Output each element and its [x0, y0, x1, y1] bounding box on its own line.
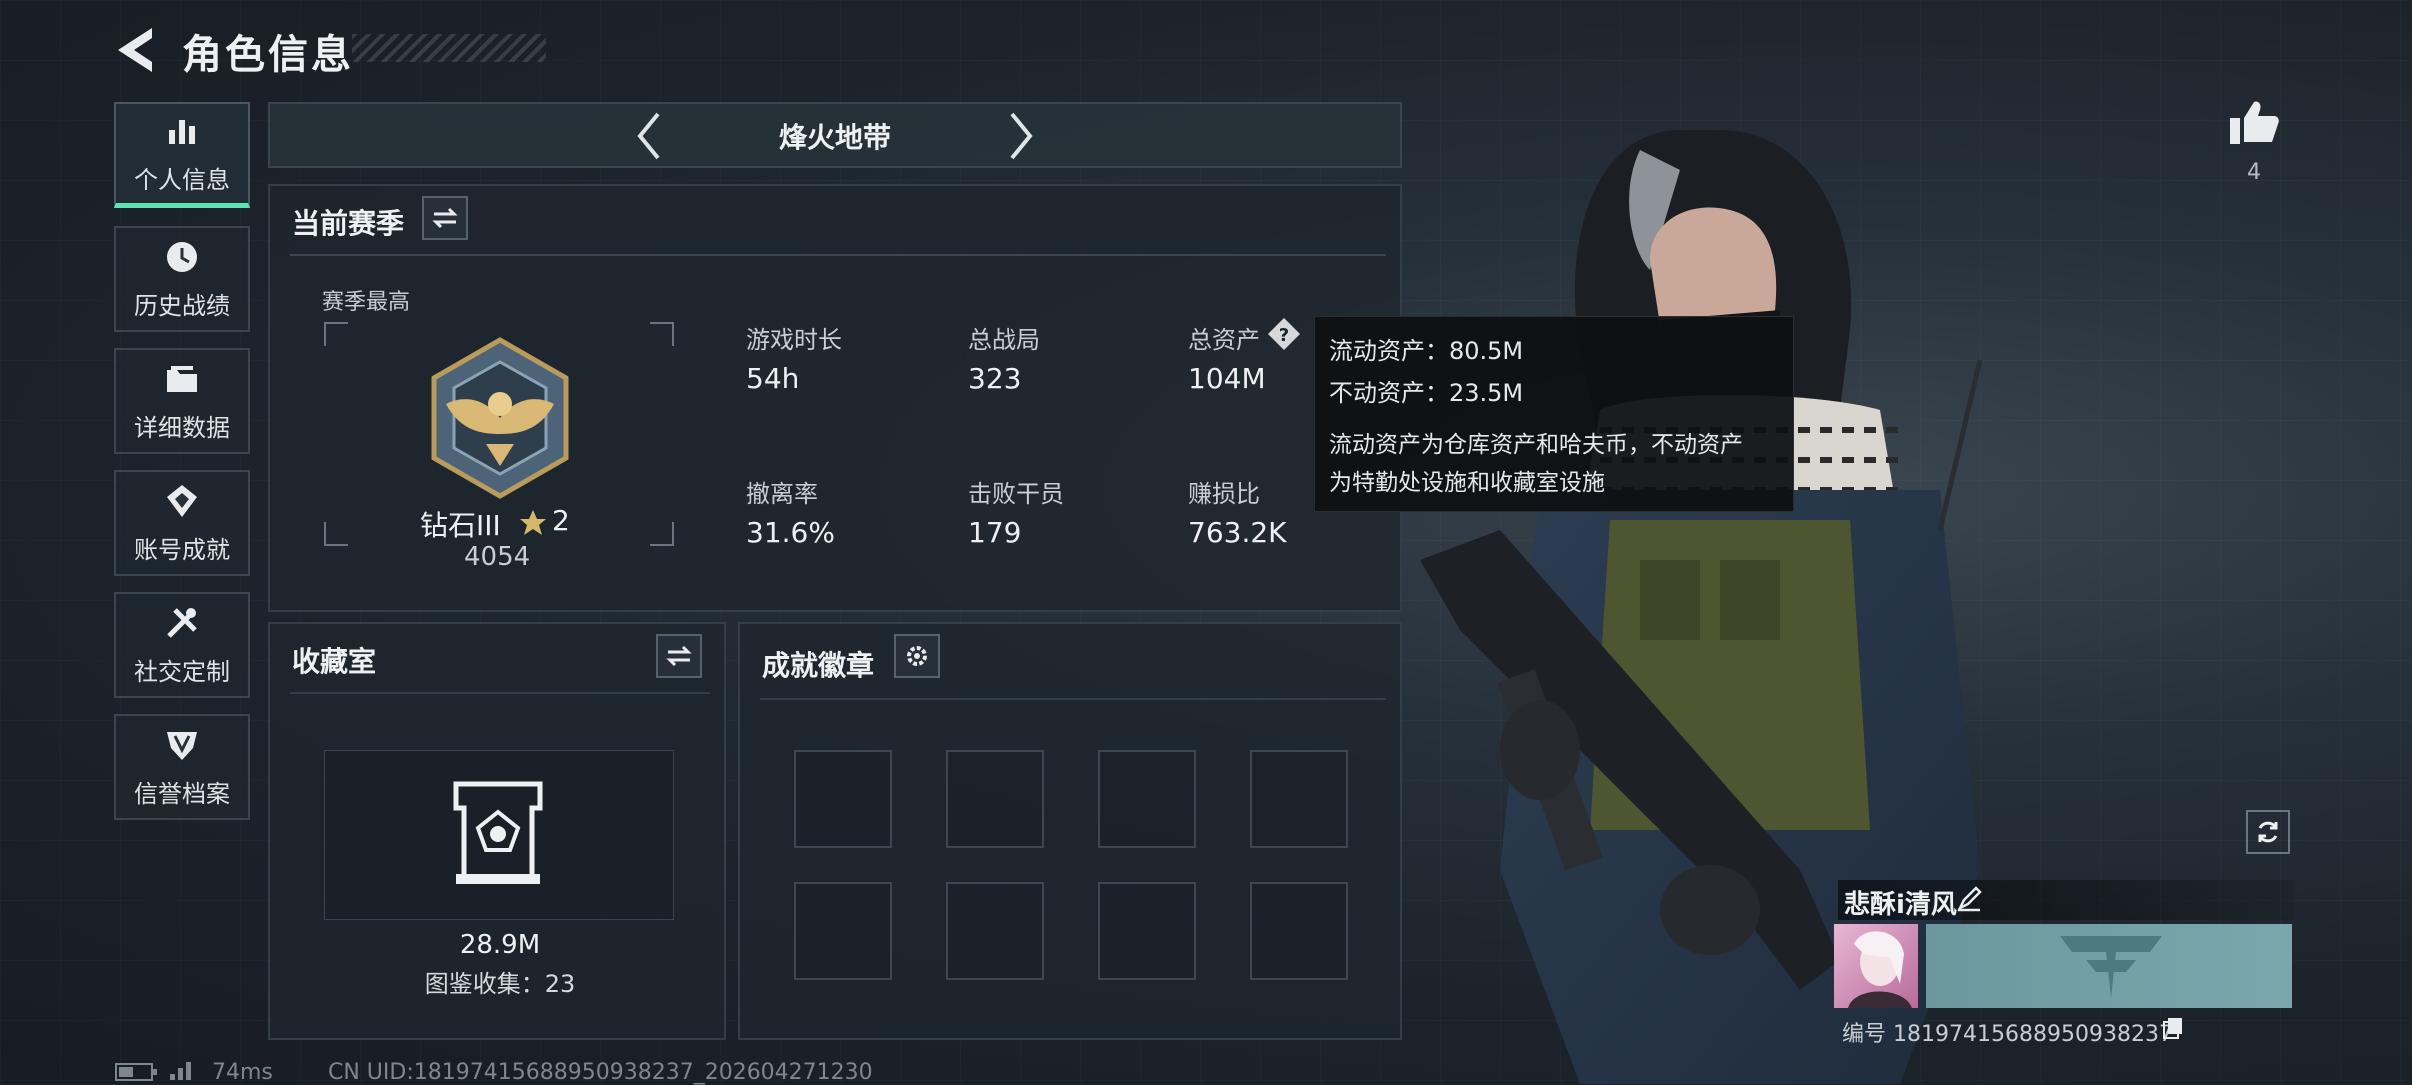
gear-icon [907, 646, 927, 666]
uid-text: CN UID:18197415688950938237_202604271230 [328, 1060, 873, 1085]
stat-value-profit-ratio: 763.2K [1188, 516, 1287, 549]
badge-slot[interactable] [946, 750, 1044, 848]
stat-value-assets: 104M [1188, 362, 1266, 395]
nav-reputation[interactable]: 信誉档案 [114, 714, 250, 820]
divider [760, 698, 1386, 700]
nav-social-custom[interactable]: 社交定制 [114, 592, 250, 698]
nav-label: 个人信息 [134, 166, 230, 194]
divider [290, 692, 710, 694]
nav-label: 历史战绩 [134, 291, 230, 320]
tooltip-liquid-assets: 流动资产：80.5M [1329, 337, 1524, 365]
nav-label: 详细数据 [134, 413, 230, 442]
nav-personal-info[interactable]: 个人信息 [114, 102, 250, 208]
stat-label-playtime: 游戏时长 [746, 326, 842, 354]
folder-icon [167, 365, 197, 392]
season-switch-button[interactable] [422, 196, 468, 240]
nav-history[interactable]: 历史战绩 [114, 226, 250, 332]
collection-value: 28.9M [459, 930, 541, 960]
back-button[interactable] [112, 24, 158, 76]
refresh-button[interactable] [2246, 810, 2290, 854]
stat-value-matches: 323 [968, 362, 1022, 395]
next-mode-button[interactable] [1006, 110, 1038, 162]
collection-title: 收藏室 [292, 645, 377, 678]
title-decoration [352, 34, 546, 62]
ping: 74ms [212, 1060, 273, 1085]
player-id: 编号 18197415688950938237 [1842, 1022, 2173, 1047]
stat-label-kills: 击败干员 [968, 480, 1064, 508]
badge-slot[interactable] [794, 882, 892, 980]
frame-corner [324, 522, 348, 546]
avatar-portrait-icon [1848, 931, 1912, 1008]
history-icon [167, 241, 197, 272]
battery-icon [115, 1063, 157, 1081]
nav-achievements[interactable]: 账号成就 [114, 470, 250, 576]
shield-icon [167, 731, 197, 760]
frame-corner [324, 322, 348, 346]
stat-value-playtime: 54h [746, 362, 800, 395]
tools-icon [167, 607, 197, 638]
badge-slot[interactable] [946, 882, 1044, 980]
badges-settings-button[interactable] [894, 634, 940, 678]
player-card-banner[interactable] [1926, 924, 2292, 1008]
nav-label: 信誉档案 [134, 779, 230, 808]
nav-detailed-data[interactable]: 详细数据 [114, 348, 250, 454]
badge-slot[interactable] [1250, 750, 1348, 848]
svg-text:?: ? [1279, 325, 1289, 346]
badge-slot[interactable] [1098, 750, 1196, 848]
achievement-icon [167, 484, 197, 517]
frame-corner [650, 322, 674, 346]
stat-value-kills: 179 [968, 516, 1022, 549]
stat-label-assets: 总资产 [1188, 326, 1260, 354]
badge-slot[interactable] [1098, 882, 1196, 980]
badges-title: 成就徽章 [762, 649, 875, 682]
star-icon [520, 510, 546, 535]
collection-room-icon [453, 781, 543, 884]
page-title: 角色信息 [182, 32, 354, 78]
prev-mode-button[interactable] [632, 110, 664, 162]
tooltip-description-2: 为特勤处设施和收藏室设施 [1329, 470, 1605, 496]
bar-chart-icon [169, 120, 195, 144]
rank-score: 4054 [464, 542, 531, 572]
badge-slot[interactable] [794, 750, 892, 848]
avatar[interactable] [1834, 924, 1918, 1008]
divider [290, 254, 1386, 256]
tooltip-description-1: 流动资产为仓库资产和哈夫币，不动资产 [1329, 432, 1743, 458]
nav-label: 社交定制 [134, 657, 230, 686]
nav-label: 账号成就 [134, 535, 230, 564]
stat-label-matches: 总战局 [968, 326, 1040, 354]
asset-tooltip: 流动资产：80.5M 不动资产：23.5M 流动资产为仓库资产和哈夫币，不动资产… [1314, 316, 1794, 512]
signal-icon [170, 1062, 191, 1080]
asset-help-icon[interactable]: ? [1266, 316, 1302, 352]
season-title: 当前赛季 [292, 207, 405, 240]
stat-value-extract-rate: 31.6% [746, 516, 835, 549]
badge-slot[interactable] [1250, 882, 1348, 980]
season-best-label: 赛季最高 [322, 290, 411, 315]
frame-corner [650, 522, 674, 546]
mode-label: 烽火地带 [778, 121, 891, 154]
like-count: 4 [2247, 160, 2261, 185]
like-button[interactable] [2228, 98, 2280, 146]
collection-caption: 图鉴收集：23 [424, 970, 576, 998]
player-name: 悲酥i清风 [1844, 890, 1957, 920]
swap-icon [432, 207, 458, 229]
collection-switch-button[interactable] [656, 634, 702, 678]
team-logo-icon [2060, 936, 2162, 998]
stat-label-extract-rate: 撤离率 [746, 480, 818, 508]
stat-label-profit-ratio: 赚损比 [1188, 480, 1260, 508]
edit-name-button[interactable] [1956, 886, 1982, 912]
copy-id-button[interactable] [2162, 1016, 2184, 1040]
rank-name: 钻石III [420, 509, 501, 542]
rank-emblem-icon [431, 337, 569, 499]
rank-stars: 2 [552, 504, 570, 537]
tooltip-fixed-assets: 不动资产：23.5M [1329, 379, 1524, 407]
refresh-icon [2258, 821, 2278, 843]
swap-icon [666, 645, 692, 667]
